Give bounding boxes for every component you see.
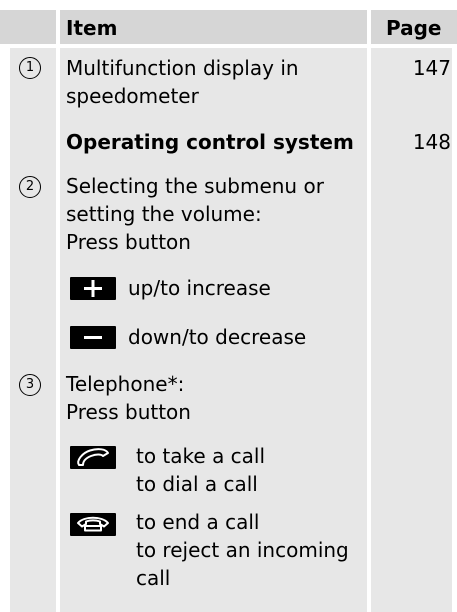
item-text-line: Selecting the submenu or <box>66 174 324 198</box>
item-text-line: to dial a call <box>136 472 258 496</box>
minus-button-icon <box>70 326 116 349</box>
item-text-line: Press button <box>66 230 191 254</box>
plus-button-icon <box>70 277 116 300</box>
item-text-line: setting the volume: <box>66 202 262 226</box>
item-text-line: to take a call <box>136 444 266 468</box>
item-text-line: Telephone*: <box>66 372 185 396</box>
item-text-line: down/to decrease <box>128 325 307 349</box>
column-divider <box>56 10 60 612</box>
item-text-line: speedometer <box>66 84 199 108</box>
page-number: 148 <box>412 130 451 154</box>
row-divider <box>0 44 457 48</box>
item-text-line: to reject an incoming <box>136 538 349 562</box>
header-page: Page <box>386 16 442 40</box>
callout-number: 2 <box>19 176 41 198</box>
callout-number: 1 <box>19 57 41 79</box>
item-text-line: Multifunction display in <box>66 56 299 80</box>
item-text-line: call <box>136 566 171 590</box>
header-item: Item <box>66 16 118 40</box>
callout-number: 3 <box>19 374 41 396</box>
phone-hangup-icon <box>70 513 116 536</box>
table: Item Page 1 Multifunction display in spe… <box>0 0 457 612</box>
column-divider <box>367 10 371 612</box>
item-text-line: Press button <box>66 400 191 424</box>
column-number-bg <box>10 44 56 612</box>
page-number: 147 <box>412 56 451 80</box>
item-text-line: up/to increase <box>128 276 271 300</box>
phone-pickup-icon <box>70 446 116 469</box>
item-heading: Operating control system <box>66 130 354 154</box>
item-text-line: to end a call <box>136 510 260 534</box>
